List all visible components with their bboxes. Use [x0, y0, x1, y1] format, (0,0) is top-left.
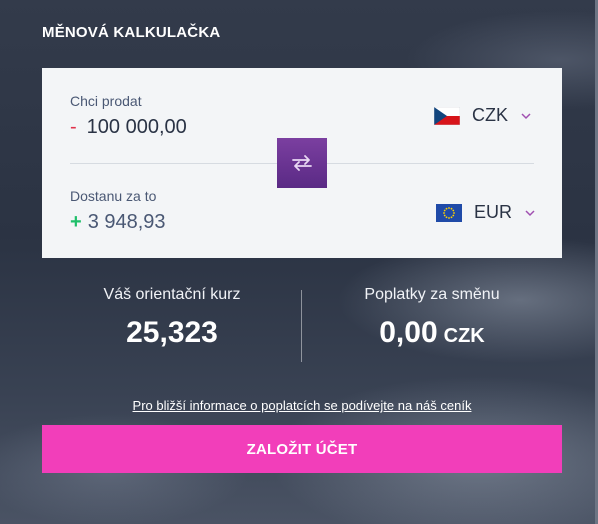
exchange-rate-value: 25,323: [126, 316, 218, 349]
exchange-fees: Poplatky za směnu 0,00 CZK: [302, 286, 562, 350]
create-account-button[interactable]: ZALOŽIT ÚČET: [42, 425, 562, 473]
eu-flag-icon: [436, 203, 462, 222]
rates-summary: Váš orientační kurz 25,323 Poplatky za s…: [42, 286, 562, 362]
plus-sign: +: [70, 211, 82, 233]
swap-arrows-icon: [292, 155, 312, 171]
chevron-down-icon: [525, 209, 535, 216]
sell-amount-value: 100 000,00: [86, 116, 187, 138]
sell-label: Chci prodat: [70, 93, 142, 109]
sell-currency-code: CZK: [472, 105, 508, 125]
chevron-down-icon: [521, 112, 531, 119]
receive-amount-field: + 3 948,93: [70, 211, 166, 234]
czech-flag-icon: [434, 106, 460, 125]
converter-card: Chci prodat - 100 000,00 CZK Dostanu za …: [42, 68, 562, 258]
exchange-rate-label: Váš orientační kurz: [103, 286, 241, 303]
sell-amount-field[interactable]: - 100 000,00: [70, 116, 187, 139]
fees-label: Poplatky za směnu: [364, 286, 500, 303]
swap-currencies-button[interactable]: [277, 138, 327, 188]
exchange-rate: Váš orientační kurz 25,323: [42, 286, 302, 350]
receive-label: Dostanu za to: [70, 188, 157, 204]
receive-currency-select[interactable]: EUR: [436, 202, 536, 223]
calculator-title: MĚNOVÁ KALKULAČKA: [42, 24, 221, 41]
receive-currency-code: EUR: [474, 202, 513, 222]
fees-unit: CZK: [443, 325, 485, 347]
sell-currency-select[interactable]: CZK: [434, 105, 532, 126]
fees-value-row: 0,00 CZK: [302, 316, 562, 350]
minus-sign: -: [70, 116, 77, 138]
fees-value: 0,00: [379, 316, 438, 349]
pricing-info-link[interactable]: Pro bližší informace o poplatcích se pod…: [0, 398, 598, 413]
receive-amount-value: 3 948,93: [87, 211, 166, 233]
